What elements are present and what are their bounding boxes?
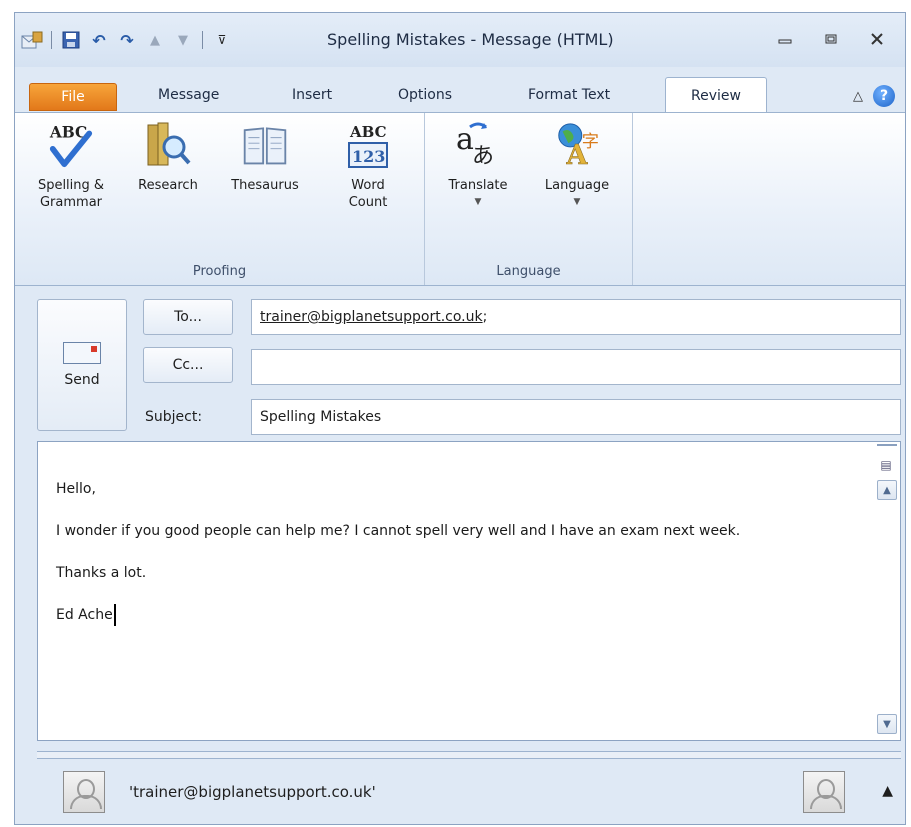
help-icon[interactable]: ? <box>873 85 895 107</box>
language-button[interactable]: A 字 Language ▼ <box>527 119 627 211</box>
close-button[interactable] <box>857 27 897 51</box>
body-scrollbar[interactable]: ▤ ▲ ▼ <box>876 444 898 738</box>
translate-label: Translate <box>448 178 508 193</box>
scroll-up-button[interactable]: ▲ <box>877 480 897 500</box>
window-title: Spelling Mistakes - Message (HTML) <box>327 30 614 49</box>
sender-avatar[interactable] <box>803 771 845 813</box>
group-proofing: ABC Spelling & Grammar Research Thesauru… <box>15 113 425 285</box>
to-separator: ; <box>482 309 488 325</box>
body-paragraph-1: I wonder if you good people can help me?… <box>56 523 741 539</box>
tabs-right-controls: △ ? <box>853 85 895 107</box>
recipient-avatar[interactable] <box>63 771 105 813</box>
redo-icon[interactable]: ↷ <box>116 29 138 51</box>
quick-access-toolbar: ↶ ↷ ▲ ▼ ⊽ <box>21 27 233 53</box>
expand-people-pane-icon[interactable]: ▲ <box>882 783 893 799</box>
qat-separator <box>51 31 52 49</box>
research-icon <box>144 119 192 171</box>
language-icon: A 字 <box>553 119 601 171</box>
message-body[interactable]: Hello, I wonder if you good people can h… <box>37 441 901 741</box>
thesaurus-label: Thesaurus <box>231 178 299 193</box>
undo-icon[interactable]: ↶ <box>88 29 110 51</box>
people-pane-name[interactable]: 'trainer@bigplanetsupport.co.uk' <box>129 783 376 801</box>
research-label: Research <box>138 178 198 193</box>
scrollbar-split-handle[interactable] <box>877 444 897 458</box>
thesaurus-button[interactable]: Thesaurus <box>215 119 315 194</box>
minimize-ribbon-icon[interactable]: △ <box>853 89 863 104</box>
translate-button[interactable]: a あ Translate ▼ <box>431 119 525 211</box>
body-greeting: Hello, <box>56 481 96 497</box>
group-language-label: Language <box>496 264 561 279</box>
text-caret <box>113 604 116 626</box>
ruler-icon[interactable]: ▤ <box>876 458 896 476</box>
group-proofing-label: Proofing <box>192 264 247 279</box>
up-arrow-icon[interactable]: ▲ <box>144 29 166 51</box>
tab-options[interactable]: Options <box>388 79 462 111</box>
send-icon <box>63 342 101 364</box>
cc-button[interactable]: Cc... <box>143 347 233 383</box>
subject-label: Subject: <box>145 409 203 425</box>
to-field[interactable]: trainer@bigplanetsupport.co.uk; <box>251 299 901 335</box>
group-language: a あ Translate ▼ A 字 Language ▼ Language <box>425 113 633 285</box>
scroll-down-button[interactable]: ▼ <box>877 714 897 734</box>
thesaurus-icon <box>241 119 289 171</box>
people-pane-splitter[interactable] <box>37 751 901 759</box>
svg-text:あ: あ <box>472 144 494 169</box>
tab-review[interactable]: Review <box>665 77 767 113</box>
people-pane: 'trainer@bigplanetsupport.co.uk' ▲ <box>37 761 901 825</box>
translate-icon: a あ <box>454 119 502 171</box>
message-body-text[interactable]: Hello, I wonder if you good people can h… <box>56 478 856 646</box>
tab-insert[interactable]: Insert <box>282 79 342 111</box>
body-signature: Ed Ache <box>56 607 113 623</box>
outlook-app-icon[interactable] <box>21 29 43 51</box>
cc-field[interactable] <box>251 349 901 385</box>
language-label: Language <box>544 178 610 193</box>
spelling-label-2: Grammar <box>39 195 103 210</box>
spelling-label-1: Spelling & <box>37 178 105 193</box>
send-label: Send <box>64 372 100 388</box>
body-paragraph-2: Thanks a lot. <box>56 565 147 581</box>
restore-button[interactable] <box>811 27 851 51</box>
title-bar: ↶ ↷ ▲ ▼ ⊽ Spelling Mistakes - Message (H… <box>15 13 905 67</box>
minimize-button[interactable] <box>765 27 805 51</box>
svg-text:字: 字 <box>582 132 599 152</box>
customize-qat-icon[interactable]: ⊽ <box>211 29 233 51</box>
outlook-message-window: ↶ ↷ ▲ ▼ ⊽ Spelling Mistakes - Message (H… <box>14 12 906 825</box>
tab-file[interactable]: File <box>29 83 117 111</box>
word-count-label-2: Count <box>348 195 388 210</box>
word-count-button[interactable]: ABC 123 Word Count <box>333 119 403 211</box>
word-count-icon: ABC 123 <box>344 119 392 171</box>
send-button[interactable]: Send <box>37 299 127 431</box>
subject-field[interactable]: Spelling Mistakes <box>251 399 901 435</box>
spelling-check-icon: ABC <box>47 119 95 171</box>
save-icon[interactable] <box>60 29 82 51</box>
body-signature-line: Ed Ache <box>56 604 856 626</box>
spelling-grammar-button[interactable]: ABC Spelling & Grammar <box>21 119 121 211</box>
ribbon-tabs: File Message Insert Options Format Text … <box>15 67 905 113</box>
word-count-123-glyph: 123 <box>352 147 385 166</box>
down-arrow-icon[interactable]: ▼ <box>172 29 194 51</box>
language-dropdown-icon: ▼ <box>573 197 581 207</box>
tab-message[interactable]: Message <box>148 79 229 111</box>
word-count-label-1: Word <box>351 178 385 193</box>
qat-separator <box>202 31 203 49</box>
ribbon-review: ABC Spelling & Grammar Research Thesauru… <box>15 112 905 286</box>
to-recipient[interactable]: trainer@bigplanetsupport.co.uk <box>260 309 483 325</box>
tab-format-text[interactable]: Format Text <box>518 79 620 111</box>
translate-dropdown-icon: ▼ <box>474 197 482 207</box>
research-button[interactable]: Research <box>123 119 213 194</box>
word-count-abc-glyph: ABC <box>349 123 387 141</box>
window-controls <box>765 27 897 51</box>
to-button[interactable]: To... <box>143 299 233 335</box>
